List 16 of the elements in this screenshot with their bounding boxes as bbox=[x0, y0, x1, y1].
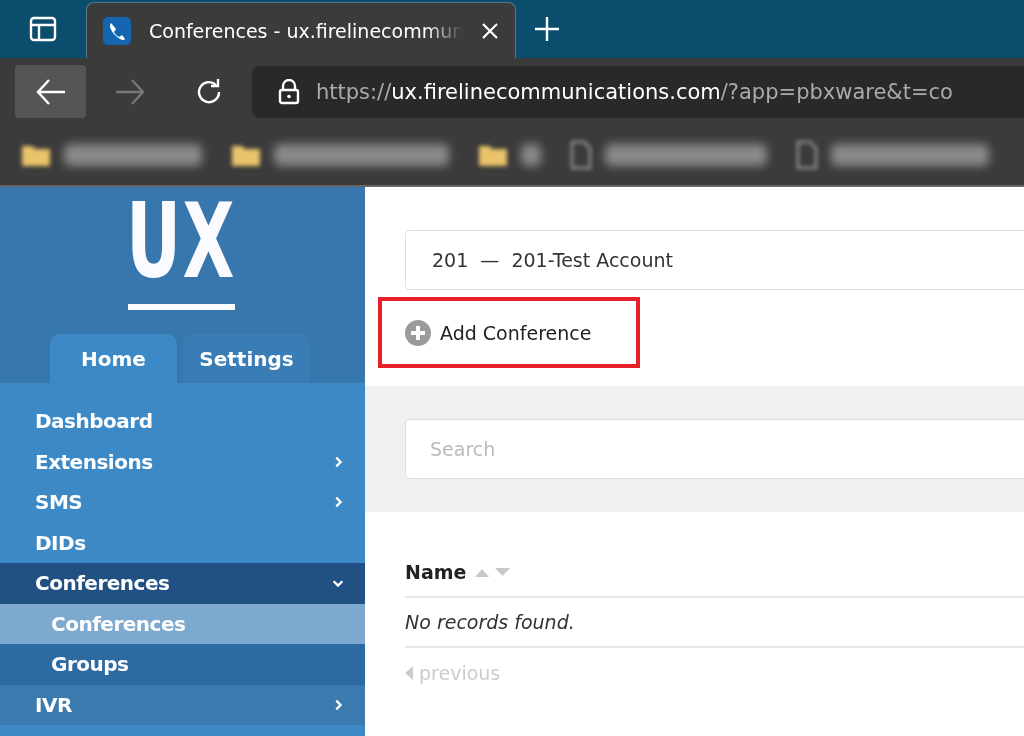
search-field[interactable]: Search bbox=[405, 419, 1024, 479]
sidebar-item[interactable]: DIDs bbox=[0, 522, 365, 563]
sidebar-item[interactable]: SMS bbox=[0, 482, 365, 523]
sidebar-item[interactable]: Conferences bbox=[0, 563, 365, 604]
account-select[interactable]: 201 — 201-Test Account bbox=[405, 230, 1024, 290]
sidebar-item[interactable]: Dashboard bbox=[0, 401, 365, 442]
logo: UX bbox=[126, 195, 237, 287]
sidebar-subitem[interactable]: Conferences bbox=[0, 603, 365, 644]
sidebar-item[interactable]: IVR bbox=[0, 684, 365, 725]
sidebar-subitem[interactable]: Groups bbox=[0, 644, 365, 685]
empty-message: No records found. bbox=[405, 598, 1024, 648]
sidebar-tab[interactable]: Settings bbox=[183, 334, 310, 383]
column-header[interactable]: Name bbox=[405, 548, 1024, 598]
sidebar-item[interactable]: Extensions bbox=[0, 441, 365, 482]
add-conference-button[interactable]: Add Conference bbox=[405, 319, 592, 346]
sidebar-tab[interactable]: Home bbox=[50, 334, 177, 383]
